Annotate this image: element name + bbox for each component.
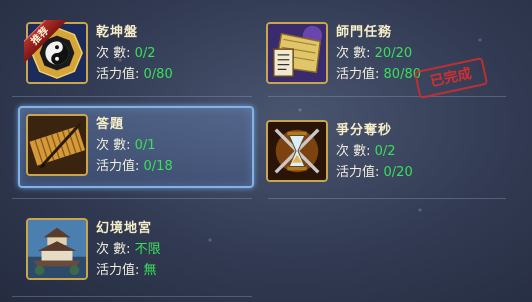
energy-label: 活力值: <box>96 67 140 82</box>
count-value: 20/20 <box>374 46 413 61</box>
count-value: 不限 <box>134 242 161 257</box>
count-label: 次 數: <box>336 144 371 159</box>
activity-title: 幻境地宮 <box>96 221 153 236</box>
count-value: 0/1 <box>134 138 156 153</box>
activity-card-huanjing[interactable]: 幻境地宮 次 數: 不限 活力值: 無 <box>18 210 254 292</box>
count-label: 次 數: <box>336 46 371 61</box>
divider <box>268 198 506 199</box>
energy-label: 活力值: <box>96 263 140 278</box>
activity-title: 乾坤盤 <box>96 25 139 40</box>
activity-card-zhengfen[interactable]: 爭分奪秒 次 數: 0/2 活力值: 0/20 <box>258 112 494 194</box>
energy-label: 活力值: <box>336 165 380 180</box>
activity-title: 爭分奪秒 <box>336 123 393 138</box>
activity-card-qiankunpan[interactable]: 推荐 乾坤盤 次 數: 0/2 活力值: 0/80 <box>18 14 254 96</box>
count-value: 0/2 <box>374 144 396 159</box>
count-label: 次 數: <box>96 138 131 153</box>
divider <box>12 296 252 297</box>
activity-title: 答題 <box>96 117 125 132</box>
energy-value: 0/80 <box>143 67 173 82</box>
energy-label: 活力值: <box>336 67 380 82</box>
energy-value: 無 <box>143 263 157 278</box>
energy-value: 0/18 <box>143 159 173 174</box>
bamboo-scroll-icon <box>26 114 88 176</box>
scroll-map-icon <box>266 22 328 84</box>
count-value: 0/2 <box>134 46 156 61</box>
divider <box>12 198 252 199</box>
energy-value: 0/20 <box>383 165 413 180</box>
activity-card-dati[interactable]: 答題 次 數: 0/1 活力值: 0/18 <box>18 106 254 188</box>
energy-label: 活力值: <box>96 159 140 174</box>
divider <box>12 96 252 97</box>
hourglass-swords-icon <box>266 120 328 182</box>
count-label: 次 數: <box>96 242 131 257</box>
activity-title: 師門任務 <box>336 25 393 40</box>
recommend-ribbon: 推荐 <box>24 20 70 66</box>
divider <box>268 96 506 97</box>
palace-icon <box>26 218 88 280</box>
count-label: 次 數: <box>96 46 131 61</box>
completed-stamp: 已完成 <box>413 57 489 99</box>
activity-card-shimen[interactable]: 師門任務 次 數: 20/20 活力值: 80/80 已完成 <box>258 14 494 99</box>
